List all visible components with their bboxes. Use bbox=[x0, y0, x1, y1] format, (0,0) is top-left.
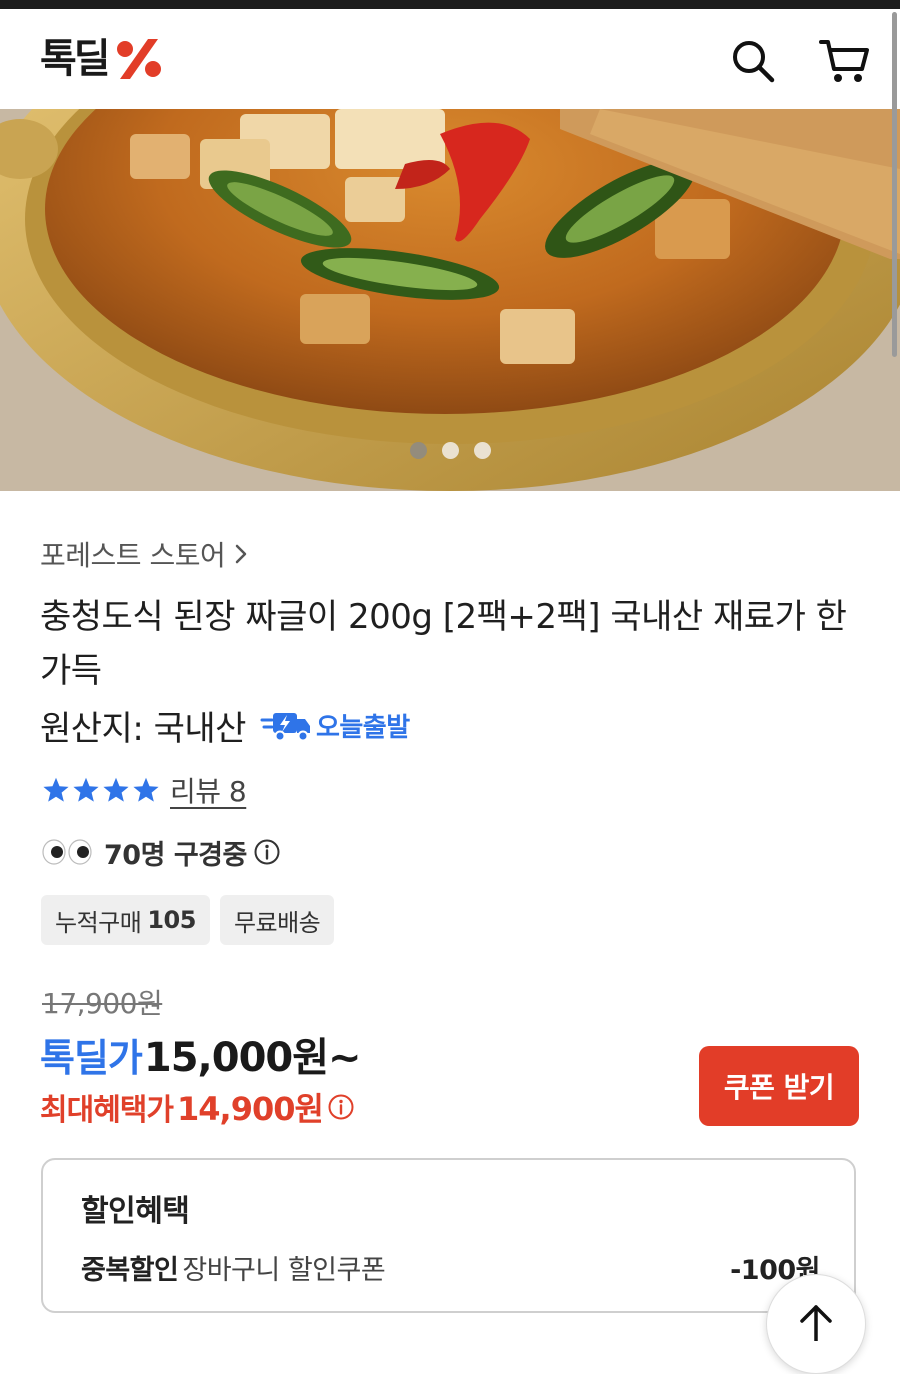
scroll-to-top-button[interactable] bbox=[766, 1274, 866, 1374]
viewers-row: 70명 구경중 bbox=[42, 832, 281, 872]
star-icon bbox=[133, 777, 159, 802]
star-icon bbox=[43, 777, 69, 802]
deal-price-label: 톡딜가 bbox=[40, 1036, 143, 1080]
discount-name: 장바구니 할인쿠폰 bbox=[182, 1255, 386, 1286]
max-benefit-label: 최대혜택가 bbox=[40, 1093, 174, 1128]
carousel-indicator bbox=[0, 442, 900, 459]
max-benefit-row: 최대혜택가 14,900원 bbox=[40, 1084, 355, 1130]
product-title: 충청도식 된장 짜글이 200g [2팩+2팩] 국내산 재료가 한가득 bbox=[40, 597, 847, 691]
deal-price: 15,000원~ bbox=[143, 1035, 362, 1081]
purchase-count-chip: 누적구매 105 bbox=[41, 895, 210, 945]
product-image-carousel[interactable] bbox=[0, 109, 900, 491]
today-shipping-badge: 오늘출발 bbox=[260, 707, 410, 744]
store-link[interactable]: 포레스트 스토어 bbox=[40, 534, 249, 574]
deal-price-row: 톡딜가 15,000원~ bbox=[40, 1025, 362, 1083]
carousel-dot[interactable] bbox=[441, 442, 459, 459]
star-rating bbox=[42, 776, 160, 804]
cart-icon bbox=[819, 40, 869, 82]
carousel-dot[interactable] bbox=[409, 442, 427, 459]
max-benefit-price: 14,900원 bbox=[177, 1090, 324, 1128]
free-shipping-chip: 무료배송 bbox=[219, 895, 335, 945]
info-icon[interactable] bbox=[327, 1093, 355, 1121]
logo-text: 톡딜 bbox=[40, 36, 111, 82]
chevron-right-icon bbox=[235, 544, 247, 564]
product-photo bbox=[0, 109, 900, 491]
get-coupon-button[interactable]: 쿠폰 받기 bbox=[699, 1046, 859, 1126]
review-link[interactable]: 리뷰 8 bbox=[170, 770, 247, 810]
search-icon bbox=[733, 41, 775, 83]
status-bar bbox=[0, 0, 900, 9]
discount-title: 할인혜택 bbox=[81, 1194, 190, 1229]
star-icon bbox=[73, 777, 99, 802]
carousel-dot[interactable] bbox=[473, 442, 491, 459]
discount-benefits-panel: 할인혜택 중복할인 장바구니 할인쿠폰 -100원 bbox=[41, 1158, 856, 1313]
arrow-up-icon bbox=[800, 1305, 832, 1341]
info-icon[interactable] bbox=[253, 838, 281, 866]
percent-logo-icon bbox=[116, 39, 161, 79]
fast-delivery-truck-icon bbox=[260, 713, 310, 742]
discount-row: 중복할인 장바구니 할인쿠폰 bbox=[81, 1248, 386, 1287]
eyes-icon bbox=[42, 838, 94, 866]
viewers-count: 70명 구경중 bbox=[104, 839, 247, 871]
origin-text: 원산지: 국내산 bbox=[40, 708, 246, 749]
toktdeal-logo[interactable]: 톡딜 bbox=[40, 35, 164, 83]
rating-row[interactable]: 리뷰 8 bbox=[42, 770, 247, 810]
star-icon bbox=[103, 777, 129, 802]
discount-type: 중복할인 bbox=[81, 1255, 179, 1286]
store-name: 포레스트 스토어 bbox=[40, 539, 226, 572]
chip-label: 무료배송 bbox=[233, 908, 321, 937]
search-button[interactable] bbox=[725, 33, 781, 89]
scrollbar[interactable] bbox=[892, 12, 897, 357]
chip-list: 누적구매 105 무료배송 bbox=[41, 895, 335, 945]
today-shipping-label: 오늘출발 bbox=[315, 712, 410, 743]
origin-row: 원산지: 국내산 오늘출발 bbox=[40, 702, 410, 749]
original-price: 17,900원 bbox=[42, 987, 163, 1020]
app-header: 톡딜 bbox=[0, 9, 900, 109]
cart-button[interactable] bbox=[816, 33, 872, 89]
chip-label: 누적구매 bbox=[55, 908, 142, 937]
chip-value: 105 bbox=[147, 906, 196, 934]
